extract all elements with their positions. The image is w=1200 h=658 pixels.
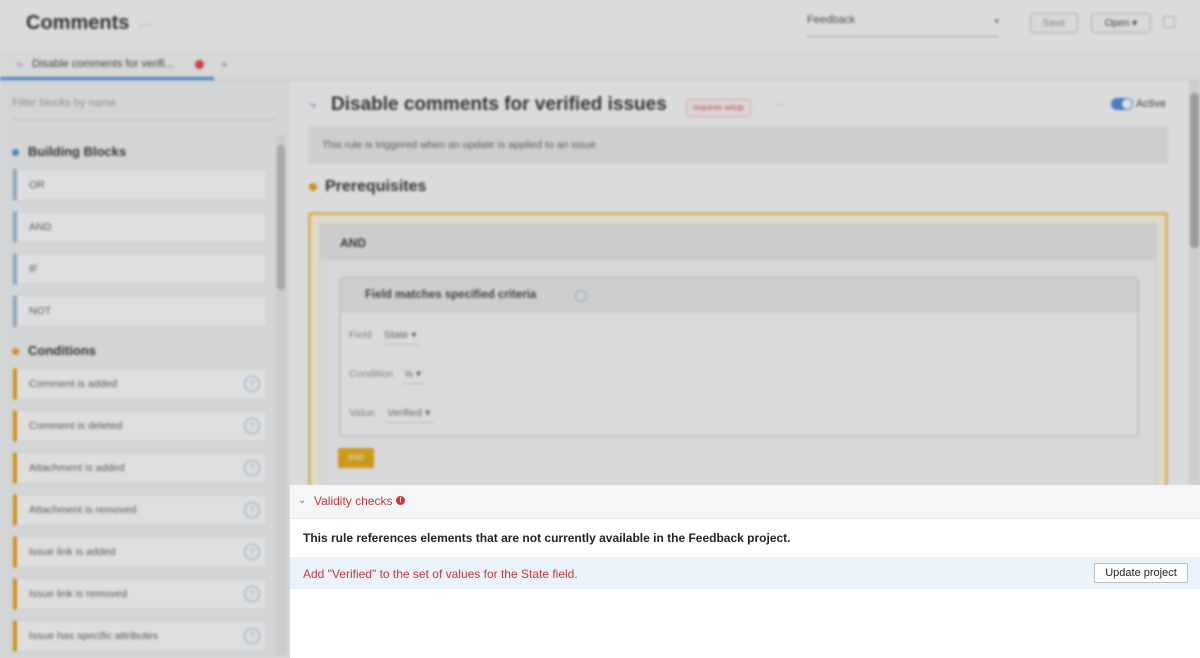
- condition-item[interactable]: Issue has specific attributes?: [13, 620, 267, 652]
- condition-item[interactable]: Attachment is removed?: [13, 494, 267, 526]
- section-dot: [309, 182, 317, 191]
- condition-item[interactable]: Issue link is removed?: [13, 578, 267, 610]
- help-icon[interactable]: ?: [244, 418, 260, 434]
- block-item[interactable]: IF: [13, 253, 267, 285]
- section-building-blocks: Building Blocks: [12, 144, 126, 159]
- add-and-button[interactable]: AND: [338, 448, 374, 468]
- filter-input[interactable]: Filter blocks by name: [12, 97, 277, 120]
- trigger-description: This rule is triggered when an update is…: [308, 126, 1168, 164]
- status-badge: requires setup: [686, 99, 751, 117]
- sidebar-scrollbar[interactable]: [276, 135, 286, 655]
- save-button[interactable]: Save: [1030, 13, 1078, 33]
- criteria-title: Field matches specified criteria: [365, 289, 537, 301]
- unsaved-indicator: [195, 60, 204, 69]
- validity-item-text: Add "Verified" to the set of values for …: [303, 567, 578, 581]
- top-bar: Comments ··· Feedback ▾ Save Open ▾: [0, 0, 1200, 50]
- condition-row: Condition is ▾: [349, 368, 426, 384]
- condition-item[interactable]: Comment is added?: [13, 368, 267, 400]
- help-icon[interactable]: ?: [244, 544, 260, 560]
- value-select[interactable]: Verified ▾: [385, 407, 435, 423]
- tab-strip: ⤷ Disable comments for verifi... +: [0, 50, 1200, 81]
- editor-scrollbar[interactable]: [1189, 81, 1200, 485]
- and-block-header: AND: [320, 224, 1156, 260]
- rule-icon: ⤷: [309, 96, 317, 111]
- add-tab-icon[interactable]: +: [220, 56, 228, 72]
- chevron-down-icon[interactable]: ⌄: [298, 495, 306, 506]
- active-label: Active: [1136, 98, 1166, 110]
- project-select[interactable]: Feedback ▾: [807, 14, 999, 37]
- help-icon[interactable]: ?: [244, 376, 260, 392]
- tab-label: Disable comments for verifi...: [32, 58, 174, 70]
- block-item[interactable]: NOT: [13, 295, 267, 327]
- field-row: Field State ▾: [349, 329, 421, 345]
- help-icon[interactable]: ?: [244, 586, 260, 602]
- help-icon[interactable]: ?: [244, 502, 260, 518]
- help-icon[interactable]: ?: [244, 460, 260, 476]
- project-select-value: Feedback: [807, 14, 856, 26]
- condition-item[interactable]: Comment is deleted?: [13, 410, 267, 442]
- blocks-sidebar: Filter blocks by name Building Blocks OR…: [0, 81, 290, 658]
- criteria-block: Field matches specified criteria Field St…: [339, 277, 1139, 437]
- scrollbar-thumb[interactable]: [1190, 93, 1199, 248]
- and-label: AND: [340, 236, 366, 250]
- more-menu-icon[interactable]: ···: [774, 97, 786, 111]
- prerequisites-heading: Prerequisites: [309, 178, 426, 196]
- validity-item: Add "Verified" to the set of values for …: [290, 557, 1200, 589]
- validity-title: Validity checks: [314, 494, 393, 508]
- help-icon[interactable]: ?: [244, 628, 260, 644]
- validity-panel: ⌄ Validity checks ! This rule references…: [290, 485, 1200, 658]
- open-button[interactable]: Open ▾: [1091, 13, 1151, 33]
- update-project-button[interactable]: Update project: [1094, 563, 1188, 583]
- section-dot: [12, 348, 19, 356]
- page-title: Comments: [26, 12, 130, 34]
- rule-editor: ⤷ Disable comments for verified issues r…: [291, 81, 1200, 503]
- and-block: AND Field matches specified criteria Fie…: [308, 212, 1168, 503]
- validity-message: This rule references elements that are n…: [303, 531, 791, 545]
- field-select[interactable]: State ▾: [381, 329, 421, 345]
- help-icon[interactable]: [575, 290, 587, 302]
- section-conditions: Conditions: [12, 343, 96, 358]
- chevron-down-icon: ▾: [994, 16, 999, 26]
- and-block-body: AND Field matches specified criteria Fie…: [319, 223, 1157, 503]
- active-toggle[interactable]: [1111, 98, 1133, 110]
- value-row: Value Verified ▾: [349, 407, 435, 423]
- block-item[interactable]: OR: [13, 169, 267, 201]
- rule-icon: ⤷: [16, 58, 23, 70]
- tab-rule[interactable]: ⤷ Disable comments for verifi...: [0, 50, 214, 80]
- expand-icon[interactable]: [1163, 16, 1175, 28]
- scrollbar-thumb[interactable]: [277, 145, 285, 290]
- more-menu-icon[interactable]: ···: [139, 16, 153, 32]
- block-item[interactable]: AND: [13, 211, 267, 243]
- validity-header[interactable]: ⌄ Validity checks !: [290, 485, 1200, 519]
- alert-icon: !: [396, 496, 405, 505]
- condition-select[interactable]: is ▾: [403, 368, 426, 384]
- condition-item[interactable]: Issue link is added?: [13, 536, 267, 568]
- rule-title: Disable comments for verified issues: [331, 94, 667, 115]
- condition-item[interactable]: Attachment is added?: [13, 452, 267, 484]
- section-dot: [12, 149, 19, 157]
- criteria-header: Field matches specified criteria: [341, 279, 1137, 313]
